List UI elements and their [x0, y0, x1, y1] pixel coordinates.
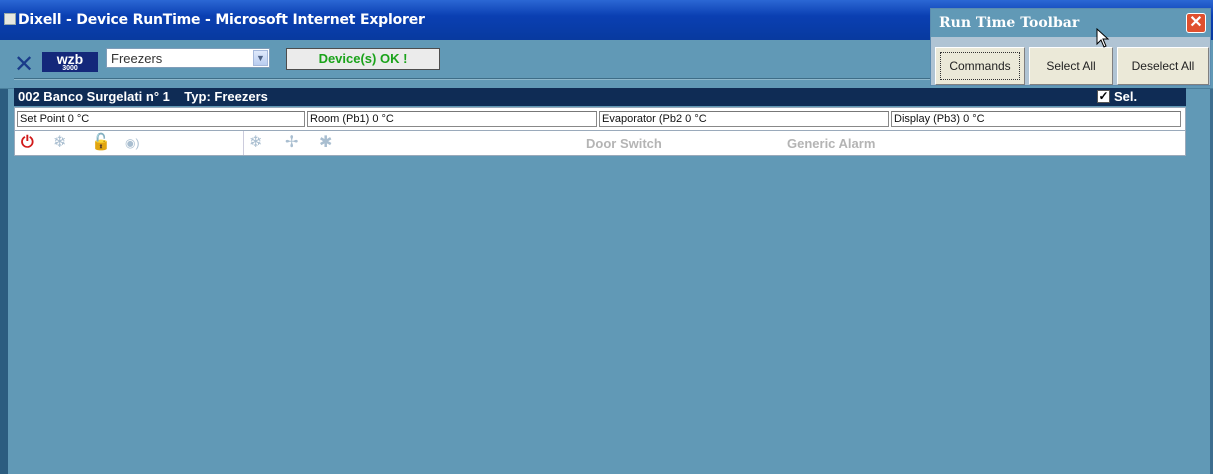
- snowflake-icon: ✱: [319, 134, 333, 151]
- fan-icon: ✢: [285, 134, 299, 151]
- door-switch-label: Door Switch: [586, 136, 662, 151]
- dropdown-arrow-icon[interactable]: ▼: [253, 50, 268, 66]
- runtime-toolbar-title: Run Time Toolbar: [931, 9, 1210, 37]
- device-type-select[interactable]: Freezers ▼: [106, 48, 270, 68]
- select-label: Sel.: [1114, 89, 1138, 104]
- divider: [243, 131, 244, 155]
- probe-display: Display (Pb3) 0 °C: [891, 111, 1181, 127]
- device-type-value: Freezers: [111, 51, 163, 66]
- indicator-row: ⏻ ❄ 🔓 ◉) ❄ ✢ ✱ Door Switch Generic Alarm: [14, 131, 1186, 156]
- probe-evaporator: Evaporator (Pb2 0 °C: [599, 111, 889, 127]
- probe-setpoint: Set Point 0 °C: [17, 111, 305, 127]
- ie-icon: [4, 13, 16, 25]
- defrost-icon: ❄: [249, 134, 263, 151]
- light-icon: ◉): [125, 136, 140, 150]
- xweb-logo: ✕ wzb 3000: [14, 48, 102, 78]
- generic-alarm-label: Generic Alarm: [787, 136, 876, 151]
- mouse-cursor-icon: [1096, 28, 1110, 48]
- close-icon[interactable]: ✕: [1186, 13, 1206, 33]
- snowflake-icon: ❄: [53, 134, 67, 151]
- toolbar-separator: [14, 78, 934, 80]
- select-all-button[interactable]: Select All: [1029, 47, 1113, 85]
- probe-row: Set Point 0 °C Room (Pb1) 0 °C Evaporato…: [14, 107, 1186, 131]
- lock-icon: 🔓: [91, 134, 111, 151]
- runtime-toolbar: Run Time Toolbar ✕ Commands Select All D…: [930, 8, 1211, 86]
- device-header[interactable]: 002 Banco Surgelati n° 1 Typ: Freezers ✓…: [14, 88, 1186, 106]
- power-icon: ⏻: [21, 134, 34, 151]
- window-left-border: [0, 40, 8, 474]
- deselect-all-button[interactable]: Deselect All: [1117, 47, 1209, 85]
- probe-room: Room (Pb1) 0 °C: [307, 111, 597, 127]
- status-indicator: Device(s) OK !: [286, 48, 440, 70]
- device-title: 002 Banco Surgelati n° 1 Typ: Freezers: [18, 89, 268, 104]
- checkbox-icon[interactable]: ✓: [1097, 90, 1110, 103]
- commands-button[interactable]: Commands: [935, 47, 1025, 85]
- window-title: Dixell - Device RunTime - Microsoft Inte…: [18, 12, 425, 28]
